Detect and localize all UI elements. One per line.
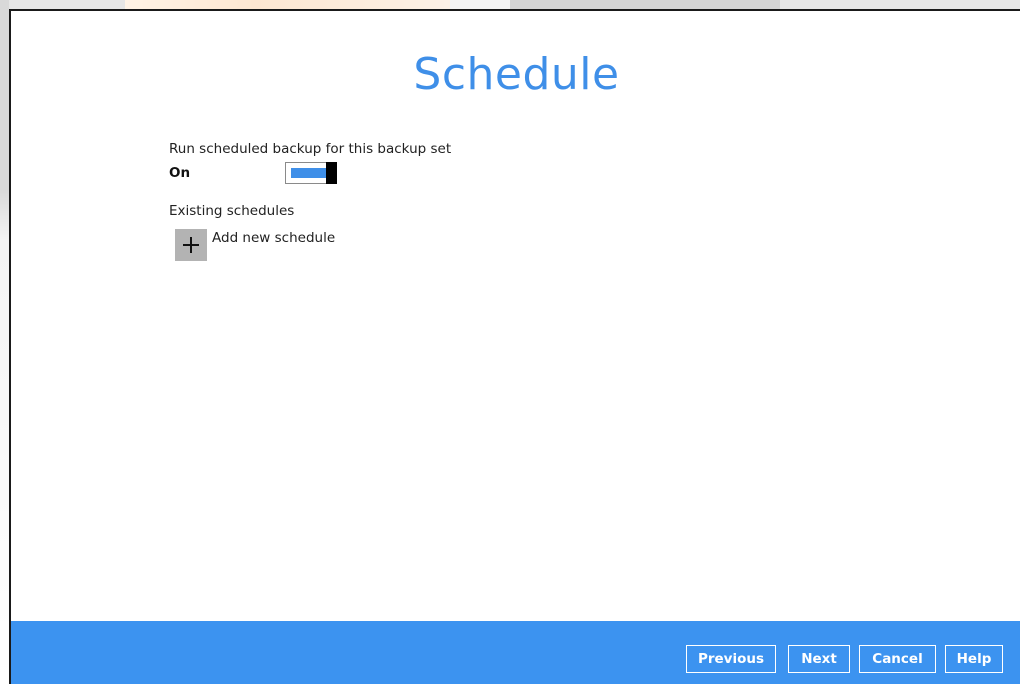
help-button[interactable]: Help [945, 645, 1003, 673]
scheduled-backup-state: On [169, 165, 191, 181]
scheduled-backup-label: Run scheduled backup for this backup set [169, 141, 452, 157]
background-window-edge [0, 0, 9, 684]
toggle-track [291, 168, 327, 178]
add-schedule-button[interactable] [175, 229, 207, 261]
next-button[interactable]: Next [788, 645, 850, 673]
add-new-schedule-link[interactable]: Add new schedule [212, 230, 335, 246]
toggle-knob [326, 162, 337, 184]
cancel-button[interactable]: Cancel [859, 645, 936, 673]
scheduled-backup-toggle[interactable] [285, 162, 337, 184]
footer-bar: Previous Next Cancel Help [11, 621, 1020, 684]
previous-button[interactable]: Previous [686, 645, 776, 673]
existing-schedules-label: Existing schedules [169, 203, 295, 219]
schedule-dialog: Schedule Run scheduled backup for this b… [9, 9, 1020, 684]
page-title: Schedule [413, 49, 620, 100]
